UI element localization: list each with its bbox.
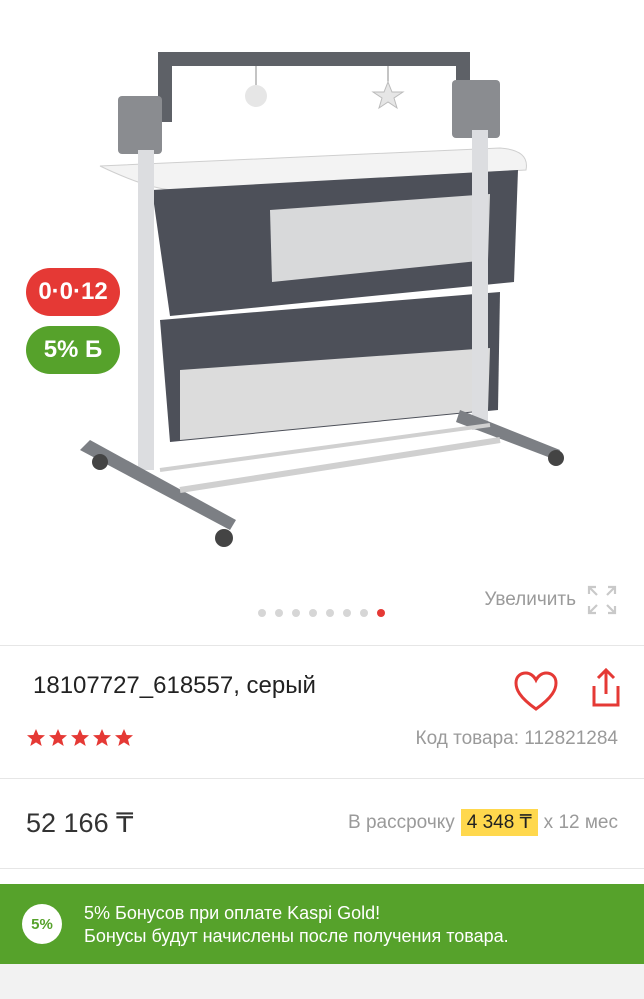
gallery-dot-active[interactable] [377,609,385,617]
gallery-dot[interactable] [275,609,283,617]
gallery-dot[interactable] [326,609,334,617]
expand-icon [587,585,617,615]
zoom-label: Увеличить [484,589,576,610]
star-icon [71,729,89,746]
rating-stars [26,728,134,748]
product-gallery[interactable]: 0·0·12 5% Б Увеличить [0,0,644,645]
installment-info: В рассрочку 4 348 ₸ x 12 мес [348,809,618,836]
star-icon [93,729,111,746]
bonus-percent-icon: 5% [22,904,62,944]
share-icon[interactable] [590,668,622,708]
product-price: 52 166 ₸ [26,808,134,838]
product-image[interactable] [60,30,590,570]
installment-prefix: В рассрочку [348,811,455,833]
bonus-banner[interactable]: 5% 5% Бонусов при оплате Kaspi Gold! Бон… [0,884,644,964]
bonus-title: 5% Бонусов при оплате Kaspi Gold! [84,903,381,923]
divider [0,645,644,646]
gallery-dot[interactable] [360,609,368,617]
installment-badge: 0·0·12 [26,268,120,316]
installment-term: x 12 мес [543,811,618,833]
page-bottom [0,964,644,999]
product-sku: Код товара: 112821284 [415,728,618,749]
gallery-dot[interactable] [292,609,300,617]
installment-amount: 4 348 ₸ [460,809,538,836]
bonus-subtitle: Бонусы будут начислены после получения т… [84,926,509,946]
star-icon [49,729,67,746]
heart-icon[interactable] [513,670,559,712]
gallery-dot[interactable] [258,609,266,617]
gallery-dot[interactable] [343,609,351,617]
gallery-pagination[interactable] [258,609,385,617]
bonus-badge: 5% Б [26,326,120,374]
gallery-dot[interactable] [309,609,317,617]
divider [0,868,644,869]
star-icon [27,729,45,746]
product-title: 18107727_618557, серый [33,672,316,699]
star-icon [115,729,133,746]
zoom-button[interactable]: Увеличить [484,584,618,616]
divider [0,778,644,779]
